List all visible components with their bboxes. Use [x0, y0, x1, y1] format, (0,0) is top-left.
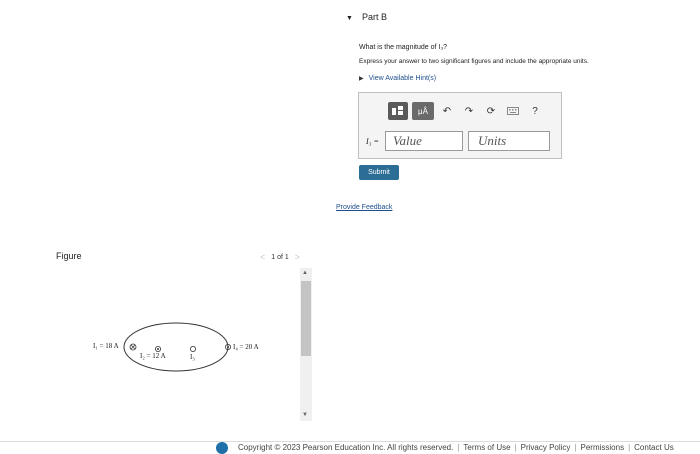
prev-figure-button[interactable]: < [260, 252, 265, 262]
question-text: What is the magnitude of I₃? [359, 44, 448, 51]
label-i1: I₁ = 18 A [93, 342, 119, 350]
submit-button[interactable]: Submit [359, 165, 399, 180]
part-b-header[interactable]: ▼ Part B [346, 12, 387, 22]
units-button[interactable]: μÅ [412, 102, 434, 120]
undo-icon[interactable]: ↶ [438, 102, 456, 120]
footer: Copyright © 2023 Pearson Education Inc. … [238, 443, 674, 452]
footer-divider [0, 441, 700, 442]
help-icon[interactable]: ? [526, 102, 544, 120]
figure-pager: < 1 of 1 > [260, 252, 300, 262]
amperian-loop [123, 322, 229, 372]
pager-label: 1 of 1 [271, 253, 289, 261]
figure-title: Figure [56, 251, 82, 261]
footer-link-privacy[interactable]: Privacy Policy [521, 443, 571, 452]
footer-link-permissions[interactable]: Permissions [581, 443, 625, 452]
provide-feedback-link[interactable]: Provide Feedback [336, 204, 392, 211]
expand-triangle-icon: ▶ [359, 76, 364, 82]
wire-i3-marker [190, 346, 197, 353]
scroll-up-icon[interactable]: ▲ [302, 270, 308, 276]
keyboard-icon[interactable] [504, 102, 522, 120]
value-input[interactable]: Value [385, 131, 463, 151]
collapse-triangle-icon[interactable]: ▼ [346, 15, 353, 22]
next-figure-button[interactable]: > [295, 252, 300, 262]
label-i3: I₃ [190, 353, 195, 361]
label-i2: I₂ = 12 A [140, 352, 166, 360]
label-i4: I₄ = 20 A [233, 343, 259, 351]
reset-icon[interactable]: ⟳ [482, 102, 500, 120]
footer-link-terms[interactable]: Terms of Use [463, 443, 510, 452]
copyright-text: Copyright © 2023 Pearson Education Inc. … [238, 443, 454, 452]
scrollbar-thumb[interactable] [301, 281, 311, 356]
units-input[interactable]: Units [468, 131, 550, 151]
fraction-template-icon[interactable] [388, 102, 408, 120]
view-hints-link[interactable]: ▶ View Available Hint(s) [359, 75, 436, 82]
instruction-text: Express your answer to two significant f… [359, 58, 589, 65]
answer-toolbar: μÅ ↶ ↷ ⟳ ? [388, 101, 544, 121]
redo-icon[interactable]: ↷ [460, 102, 478, 120]
pearson-logo-icon [216, 442, 228, 454]
scroll-down-icon[interactable]: ▼ [302, 412, 308, 418]
hints-label: View Available Hint(s) [368, 75, 437, 82]
part-title: Part B [361, 12, 387, 22]
variable-label: I₃ = [366, 137, 379, 146]
footer-link-contact[interactable]: Contact Us [634, 443, 674, 452]
